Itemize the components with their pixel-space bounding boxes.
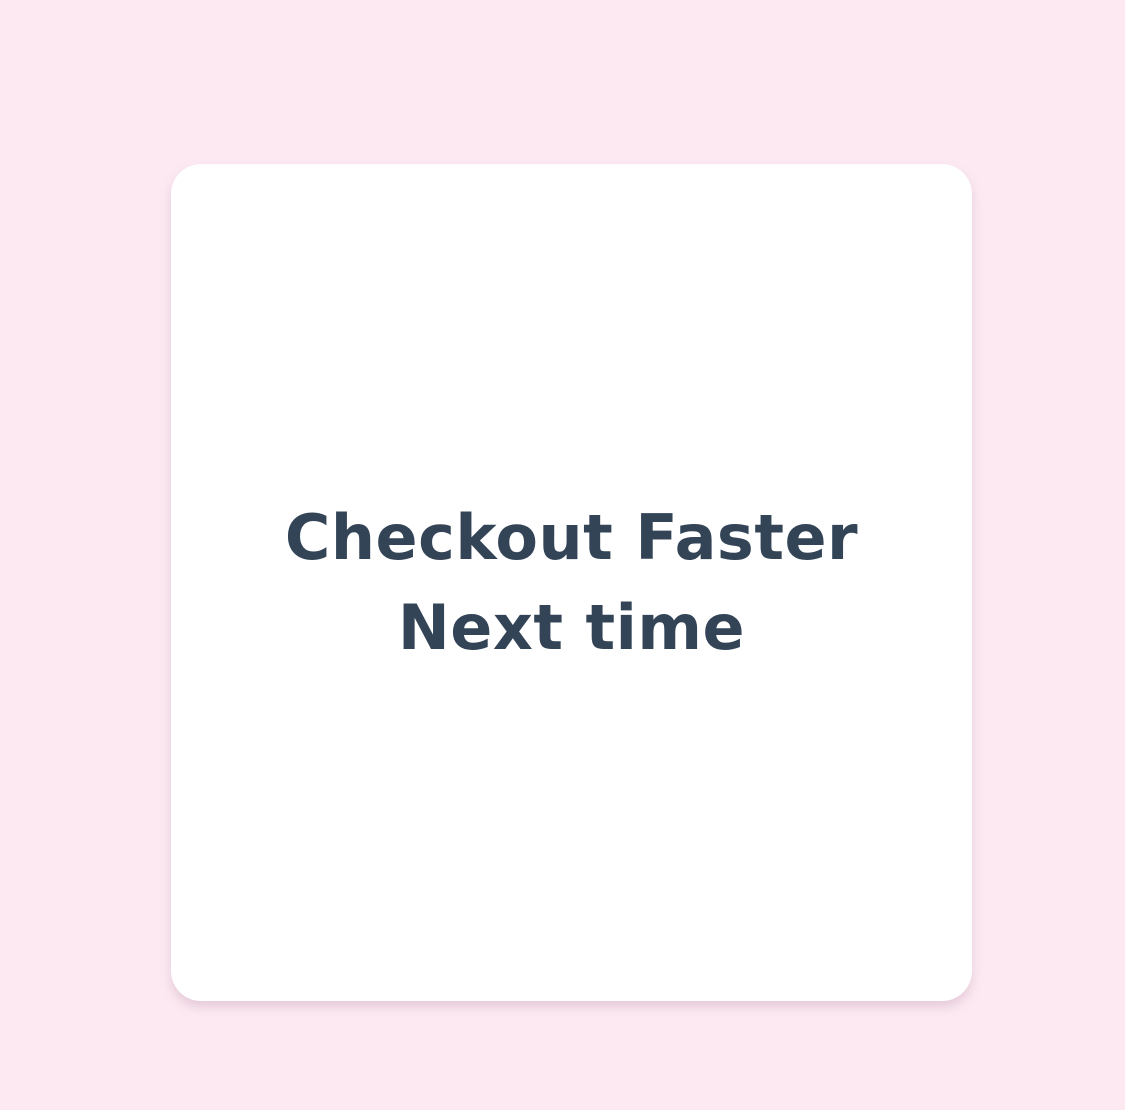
- headline-line-1: Checkout Faster: [284, 500, 859, 574]
- promo-card: Checkout Faster Next time: [171, 164, 972, 1001]
- headline-line-2: Next time: [397, 590, 746, 664]
- promo-headline: Checkout Faster Next time: [285, 493, 858, 673]
